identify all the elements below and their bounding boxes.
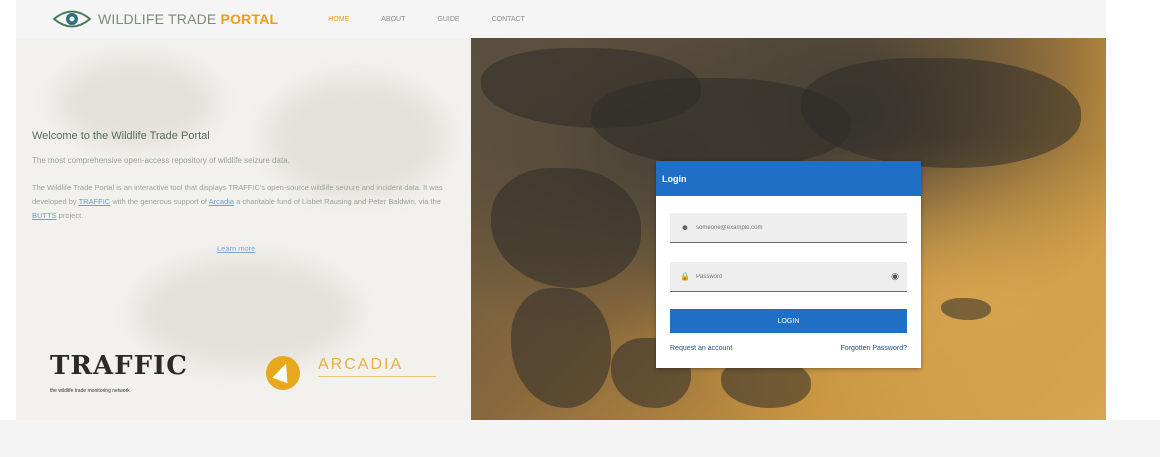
logo-prefix: WILDLIFE TRADE bbox=[98, 11, 217, 27]
nav-guide[interactable]: GUIDE bbox=[421, 16, 475, 23]
intro-panel: Welcome to the Wildlife Trade Portal The… bbox=[16, 38, 471, 420]
logo-accent: PORTAL bbox=[220, 11, 279, 27]
eye-logo-icon bbox=[52, 8, 92, 30]
traffic-link[interactable]: TRAFFIC bbox=[79, 197, 111, 206]
footer-strip bbox=[0, 420, 1160, 457]
top-header: WILDLIFE TRADE PORTAL HOME ABOUT GUIDE C… bbox=[16, 0, 1106, 38]
arcadia-subline bbox=[318, 376, 436, 384]
welcome-title: Welcome to the Wildlife Trade Portal bbox=[32, 130, 210, 142]
butts-link[interactable]: BUTTS bbox=[32, 211, 57, 220]
main-nav: HOME ABOUT GUIDE CONTACT bbox=[312, 16, 541, 23]
login-card: Login ☻ 🔒 ◉ LOGIN Request an account For… bbox=[656, 161, 921, 368]
herd-shape bbox=[491, 168, 641, 288]
description-text: project. bbox=[56, 211, 84, 220]
background-texture bbox=[266, 78, 446, 198]
page: WILDLIFE TRADE PORTAL HOME ABOUT GUIDE C… bbox=[0, 0, 1169, 457]
description-text: with the generous support of bbox=[110, 197, 209, 206]
learn-more-link[interactable]: Learn more bbox=[217, 244, 255, 253]
show-password-icon[interactable]: ◉ bbox=[891, 271, 899, 282]
site-logo[interactable]: WILDLIFE TRADE PORTAL bbox=[52, 8, 278, 30]
forgot-password-link[interactable]: Forgotten Password? bbox=[840, 345, 907, 352]
arcadia-logo-icon bbox=[266, 356, 300, 390]
portal-description: The Wildlife Trade Portal is an interact… bbox=[32, 181, 462, 223]
lock-icon: 🔒 bbox=[680, 272, 690, 281]
arcadia-link[interactable]: Arcadia bbox=[209, 197, 234, 206]
password-field[interactable]: 🔒 ◉ bbox=[670, 262, 907, 292]
nav-home[interactable]: HOME bbox=[312, 16, 365, 23]
user-icon: ☻ bbox=[680, 223, 690, 232]
login-button[interactable]: LOGIN bbox=[670, 309, 907, 333]
welcome-subtitle: The most comprehensive open-access repos… bbox=[32, 156, 290, 165]
email-input[interactable] bbox=[696, 224, 876, 231]
herd-shape bbox=[511, 288, 611, 408]
request-account-link[interactable]: Request an account bbox=[670, 345, 732, 352]
herd-shape bbox=[801, 58, 1081, 168]
traffic-tagline: the wildlife trade monitoring network bbox=[50, 388, 130, 394]
nav-contact[interactable]: CONTACT bbox=[476, 16, 541, 23]
arcadia-logo[interactable]: ARCADIA bbox=[318, 356, 403, 374]
description-text: a charitable fund of Lisbet Rausing and … bbox=[234, 197, 441, 206]
password-input[interactable] bbox=[696, 273, 876, 280]
login-title: Login bbox=[656, 161, 921, 196]
logo-text: WILDLIFE TRADE PORTAL bbox=[98, 11, 278, 27]
nav-about[interactable]: ABOUT bbox=[365, 16, 421, 23]
traffic-logo[interactable]: TRAFFIC bbox=[50, 351, 188, 381]
email-field[interactable]: ☻ bbox=[670, 213, 907, 243]
herd-shape bbox=[941, 298, 991, 320]
